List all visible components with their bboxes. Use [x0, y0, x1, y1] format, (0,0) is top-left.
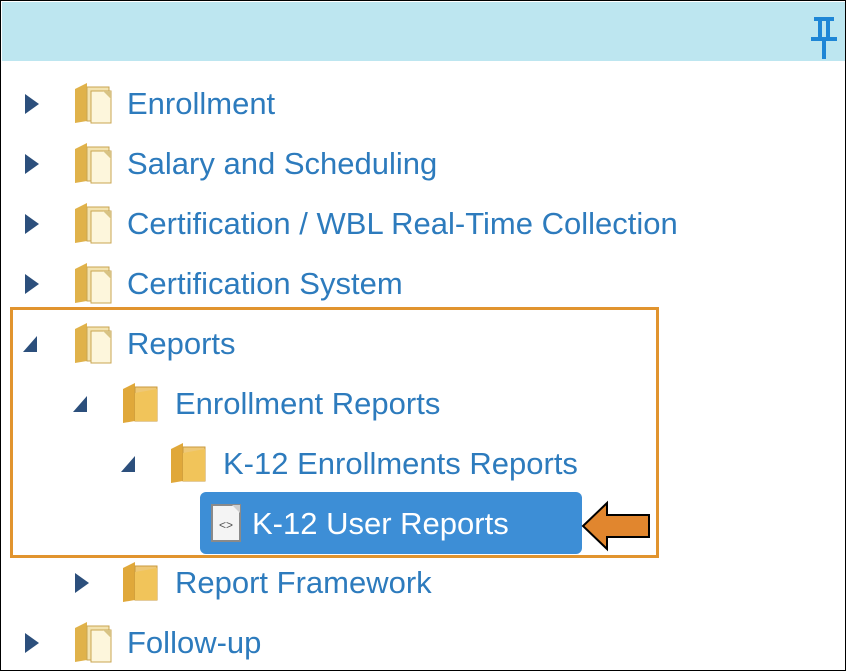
folder-icon — [75, 323, 112, 364]
tree-item-k12-user-reports[interactable]: <> K-12 User Reports — [200, 492, 582, 554]
tree-item-label: Salary and Scheduling — [127, 145, 438, 181]
tree-item-certification-system[interactable]: Certification System — [73, 255, 403, 311]
tree-item-label: Report Framework — [175, 564, 432, 600]
tree-item-salary-and-scheduling[interactable]: Salary and Scheduling — [73, 135, 437, 191]
tree-item-label: Enrollment Reports — [175, 385, 441, 421]
tree-item-label: K-12 Enrollments Reports — [223, 445, 578, 481]
report-icon: <> — [211, 504, 241, 542]
tree-item-follow-up[interactable]: Follow-up — [73, 614, 261, 670]
callout-arrow-icon — [581, 500, 650, 552]
tree-item-label: Reports — [127, 325, 236, 361]
collapse-arrow-icon[interactable] — [21, 333, 39, 355]
panel-header — [2, 2, 845, 61]
folder-icon — [75, 622, 112, 663]
folder-icon — [75, 203, 112, 244]
expand-arrow-icon[interactable] — [23, 93, 41, 115]
pin-icon[interactable] — [811, 15, 837, 59]
tree-item-enrollment-reports[interactable]: Enrollment Reports — [121, 375, 440, 431]
navigation-tree-panel: Enrollment Salary and Scheduling Certifi… — [0, 0, 846, 671]
folder-icon — [123, 562, 158, 602]
folder-icon — [75, 83, 112, 124]
tree-item-enrollment[interactable]: Enrollment — [73, 75, 275, 131]
tree-item-reports[interactable]: Reports — [73, 315, 236, 371]
tree-item-k12-enrollments-reports[interactable]: K-12 Enrollments Reports — [169, 435, 578, 491]
expand-arrow-icon[interactable] — [73, 572, 91, 594]
folder-icon — [75, 263, 112, 304]
expand-arrow-icon[interactable] — [23, 632, 41, 654]
tree-item-label: Follow-up — [127, 624, 262, 660]
expand-arrow-icon[interactable] — [23, 213, 41, 235]
svg-text:<>: <> — [219, 518, 233, 532]
tree-item-label: Enrollment — [127, 85, 276, 121]
folder-icon — [123, 383, 158, 423]
tree-item-label: Certification / WBL Real-Time Collection — [127, 205, 678, 241]
folder-icon — [171, 443, 206, 483]
tree-item-label: Certification System — [127, 265, 403, 301]
expand-arrow-icon[interactable] — [23, 153, 41, 175]
tree-item-label: K-12 User Reports — [252, 505, 509, 541]
tree-item-report-framework[interactable]: Report Framework — [121, 554, 432, 610]
collapse-arrow-icon[interactable] — [119, 453, 137, 475]
folder-icon — [75, 143, 112, 184]
tree-item-certification-wbl[interactable]: Certification / WBL Real-Time Collection — [73, 195, 678, 251]
expand-arrow-icon[interactable] — [23, 273, 41, 295]
selected-item-content: <> K-12 User Reports — [210, 495, 509, 551]
collapse-arrow-icon[interactable] — [71, 393, 89, 415]
